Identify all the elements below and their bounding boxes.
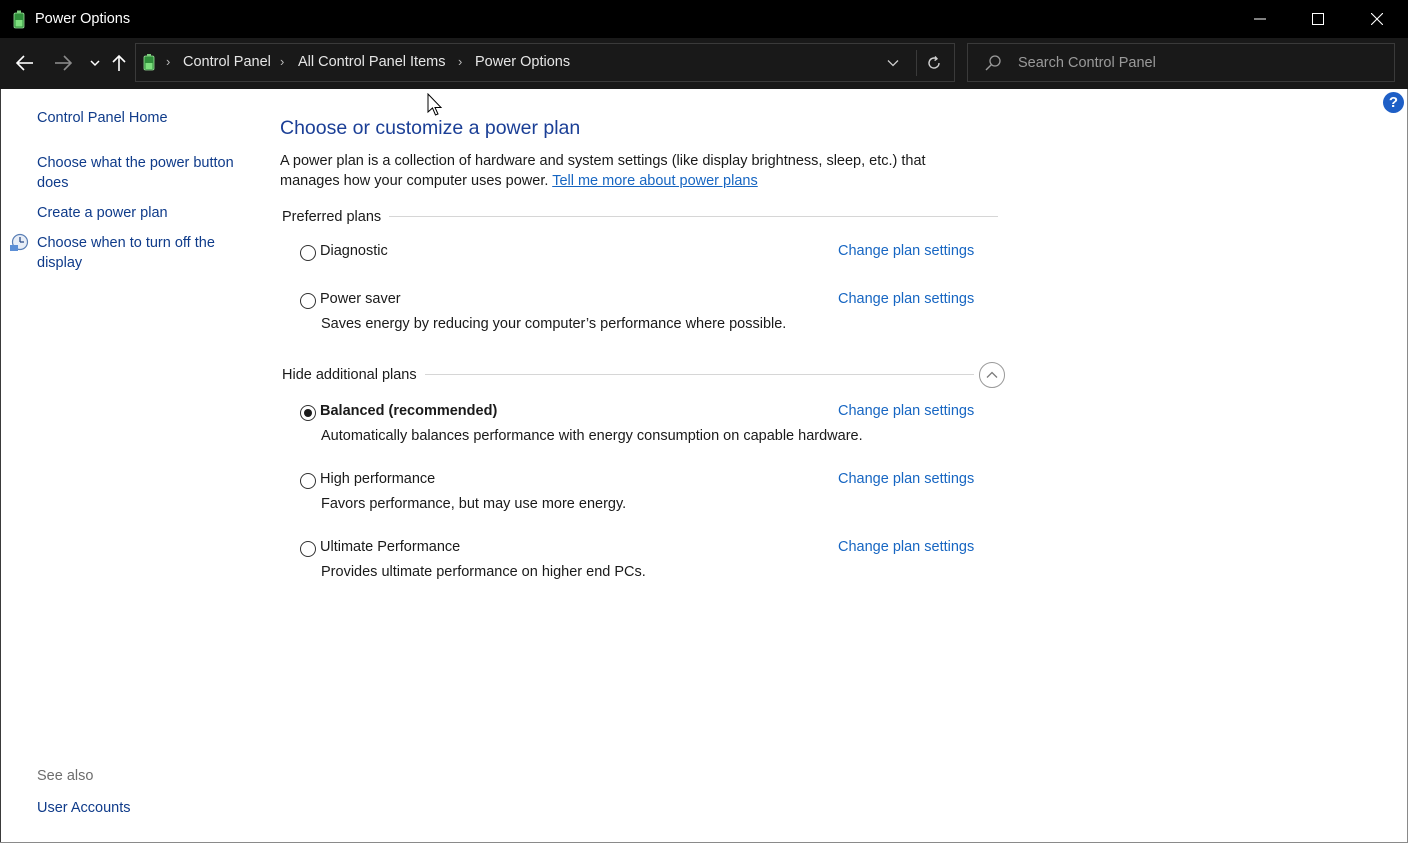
recent-locations-button[interactable] <box>83 50 107 76</box>
create-power-plan-link[interactable]: Create a power plan <box>37 203 252 223</box>
preferred-plans-label: Preferred plans <box>282 209 390 225</box>
navigation-bar: › Control Panel › All Control Panel Item… <box>0 38 1408 89</box>
power-button-link[interactable]: Choose what the power button does <box>37 153 247 193</box>
change-plan-settings-link[interactable]: Change plan settings <box>838 243 974 259</box>
plan-description-balanced: Automatically balances performance with … <box>321 428 863 444</box>
plan-name-power-saver[interactable]: Power saver <box>320 291 401 307</box>
breadcrumb-separator[interactable]: › <box>280 54 284 69</box>
up-button[interactable] <box>107 50 131 76</box>
power-options-icon <box>13 10 25 29</box>
plan-radio-diagnostic[interactable] <box>300 245 316 261</box>
arrow-left-icon <box>16 55 33 71</box>
breadcrumb-separator[interactable]: › <box>458 54 462 69</box>
plan-name-balanced[interactable]: Balanced (recommended) <box>320 403 497 419</box>
search-box[interactable] <box>967 43 1395 82</box>
maximize-icon <box>1312 13 1324 25</box>
breadcrumb-separator: › <box>166 54 171 69</box>
help-button[interactable]: ? <box>1383 92 1404 113</box>
refresh-button[interactable] <box>916 50 950 76</box>
change-plan-settings-link[interactable]: Change plan settings <box>838 539 974 555</box>
close-button[interactable] <box>1348 0 1406 38</box>
minimize-icon <box>1254 18 1266 20</box>
plan-description-high-performance: Favors performance, but may use more ene… <box>321 496 627 512</box>
user-accounts-link[interactable]: User Accounts <box>37 798 252 818</box>
breadcrumb-power-options[interactable]: Power Options <box>475 54 570 70</box>
plan-name-ultimate-performance[interactable]: Ultimate Performance <box>320 539 460 555</box>
maximize-button[interactable] <box>1289 0 1347 38</box>
plan-radio-ultimate-performance[interactable] <box>300 541 316 557</box>
clock-shield-icon <box>10 233 29 251</box>
plan-name-high-performance[interactable]: High performance <box>320 471 435 487</box>
address-dropdown-button[interactable] <box>882 52 904 74</box>
page-description: A power plan is a collection of hardware… <box>280 151 980 191</box>
address-bar[interactable]: › Control Panel › All Control Panel Item… <box>135 43 955 82</box>
plan-radio-power-saver[interactable] <box>300 293 316 309</box>
help-icon: ? <box>1388 94 1399 111</box>
arrow-up-icon <box>112 54 126 71</box>
close-icon <box>1371 13 1383 25</box>
forward-button[interactable] <box>51 50 75 76</box>
display-off-link[interactable]: Choose when to turn off the display <box>37 233 237 273</box>
plan-radio-high-performance[interactable] <box>300 473 316 489</box>
window-border-left <box>0 89 1 843</box>
plan-radio-balanced[interactable] <box>300 405 316 421</box>
change-plan-settings-link[interactable]: Change plan settings <box>838 471 974 487</box>
back-button[interactable] <box>13 50 37 76</box>
learn-more-link[interactable]: Tell me more about power plans <box>552 173 758 189</box>
arrow-right-icon <box>55 55 72 71</box>
control-panel-home-link[interactable]: Control Panel Home <box>37 108 252 128</box>
divider <box>282 216 998 217</box>
see-also-label: See also <box>37 768 94 784</box>
plan-name-diagnostic[interactable]: Diagnostic <box>320 243 388 259</box>
plan-description-power-saver: Saves energy by reducing your computer’s… <box>321 316 787 332</box>
page-title: Choose or customize a power plan <box>280 117 581 139</box>
power-options-icon <box>143 54 155 71</box>
change-plan-settings-link[interactable]: Change plan settings <box>838 291 974 307</box>
change-plan-settings-link[interactable]: Change plan settings <box>838 403 974 419</box>
title-bar: Power Options <box>0 0 1408 38</box>
collapse-button[interactable] <box>979 362 1005 388</box>
refresh-icon <box>927 56 940 69</box>
chevron-down-icon <box>887 60 899 67</box>
chevron-up-icon <box>986 371 998 378</box>
breadcrumb-control-panel[interactable]: Control Panel <box>183 54 271 70</box>
hide-additional-plans-label[interactable]: Hide additional plans <box>282 367 425 383</box>
search-input[interactable] <box>1018 52 1378 74</box>
plan-description-ultimate-performance: Provides ultimate performance on higher … <box>321 564 646 580</box>
mouse-cursor-icon <box>427 93 443 116</box>
search-icon <box>985 55 1001 71</box>
window-title: Power Options <box>35 11 131 27</box>
breadcrumb-all-items[interactable]: All Control Panel Items <box>298 54 445 70</box>
chevron-down-icon <box>90 60 100 67</box>
minimize-button[interactable] <box>1231 0 1289 38</box>
